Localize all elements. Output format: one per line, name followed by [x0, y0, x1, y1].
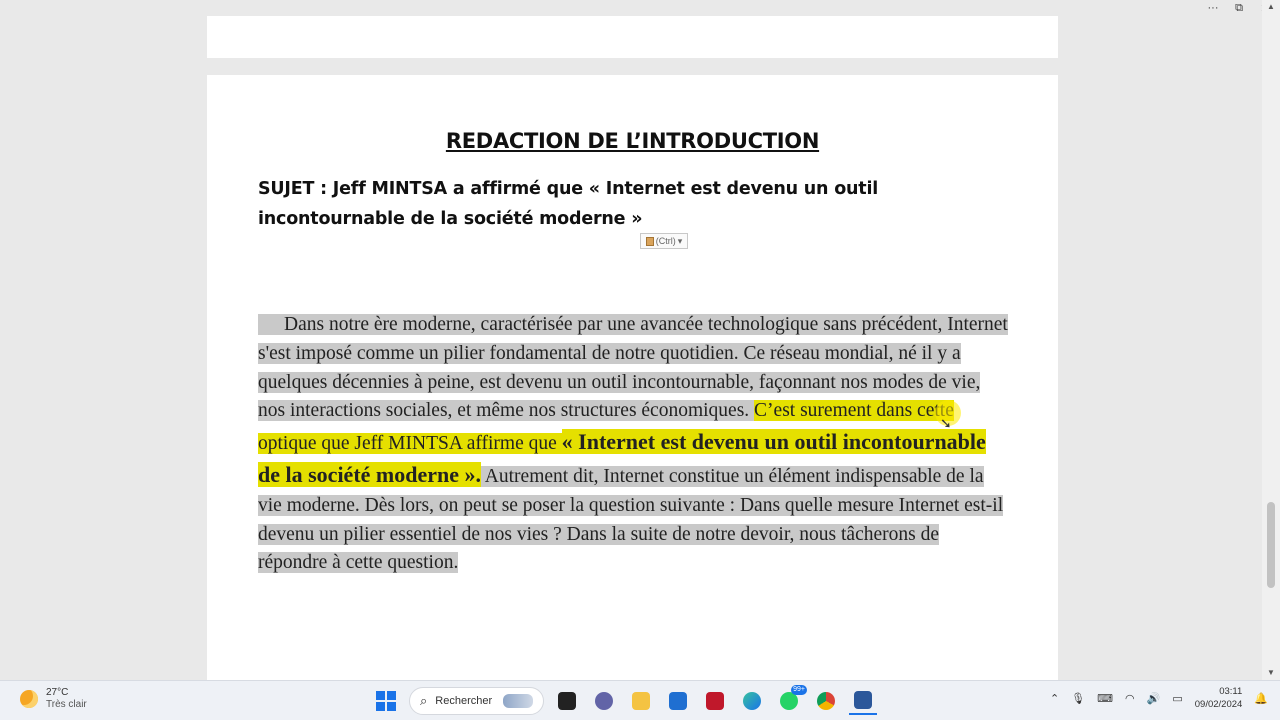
word-icon — [854, 691, 872, 709]
weather-widget[interactable]: 27°C Très clair — [20, 687, 87, 711]
store-icon — [669, 692, 687, 710]
vertical-scrollbar[interactable]: ▲ ▼ — [1262, 0, 1280, 680]
battery-icon[interactable]: ▭ — [1172, 692, 1182, 705]
search-label: Rechercher — [435, 695, 493, 707]
clock[interactable]: 03:11 09/02/2024 — [1195, 685, 1243, 711]
subject-line-2: incontournable de la société moderne » — [258, 209, 643, 229]
chevron-up-icon[interactable]: ⌃ — [1050, 692, 1059, 705]
subject-heading: SUJET : Jeff MINTSA a affirmé que « Inte… — [258, 174, 898, 234]
weather-temperature: 27°C — [46, 687, 69, 698]
chrome-button[interactable] — [812, 687, 840, 715]
chrome-icon — [817, 692, 835, 710]
document-canvas[interactable]: REDACTION DE L’INTRODUCTION SUJET : Jeff… — [0, 0, 1262, 680]
volume-icon[interactable]: 🔊 — [1147, 692, 1161, 705]
weather-icon — [20, 690, 38, 708]
taskbar-apps: ⌕ Rechercher 99+ — [372, 685, 877, 715]
scroll-up-icon[interactable]: ▲ — [1262, 0, 1280, 14]
scroll-thumb[interactable] — [1267, 502, 1275, 588]
task-view-icon — [558, 692, 576, 710]
previous-page — [207, 16, 1058, 58]
introduction-paragraph[interactable]: Dans notre ère moderne, caractérisée par… — [258, 311, 1012, 578]
chat-icon — [595, 692, 613, 710]
keyboard-icon[interactable]: ⌨ — [1097, 692, 1113, 705]
paste-options-button[interactable]: (Ctrl) ▾ — [640, 233, 688, 249]
document-page[interactable]: REDACTION DE L’INTRODUCTION SUJET : Jeff… — [207, 75, 1058, 680]
scroll-down-icon[interactable]: ▼ — [1262, 666, 1280, 680]
store-button[interactable] — [664, 687, 692, 715]
chat-button[interactable] — [590, 687, 618, 715]
folder-icon — [632, 692, 650, 710]
subject-line-1: SUJET : Jeff MINTSA a affirmé que « Inte… — [258, 179, 879, 199]
whatsapp-button[interactable]: 99+ — [775, 685, 807, 715]
recorder-button[interactable] — [701, 687, 729, 715]
start-button[interactable] — [372, 687, 400, 715]
clock-time: 03:11 — [1219, 686, 1243, 697]
clipboard-icon — [645, 236, 654, 246]
word-button[interactable] — [849, 687, 877, 715]
chevron-down-icon: ▾ — [677, 235, 683, 246]
clock-date: 09/02/2024 — [1194, 699, 1243, 710]
mouse-pointer-icon: ➘ — [940, 415, 952, 431]
restore-icon[interactable]: ⧉ — [1232, 2, 1246, 15]
edge-icon — [743, 692, 761, 710]
edge-button[interactable] — [738, 687, 766, 715]
wifi-icon[interactable]: ◠ — [1125, 692, 1135, 705]
search-icon: ⌕ — [420, 693, 428, 708]
weather-condition: Très clair — [46, 699, 87, 710]
taskbar-search[interactable]: ⌕ Rechercher — [409, 687, 544, 715]
notification-badge: 99+ — [791, 685, 807, 695]
recorder-icon — [706, 692, 724, 710]
system-tray: ⌃ 🎙 ⌨ ◠ 🔊 ▭ 03:11 09/02/2024 🔔 — [1050, 685, 1268, 711]
search-highlight-image — [503, 694, 533, 708]
microphone-icon[interactable]: 🎙 — [1071, 692, 1085, 705]
more-options-icon[interactable]: ··· — [1206, 2, 1220, 14]
taskbar: 27°C Très clair ⌕ Rechercher 99+ ⌃ 🎙 ⌨ ◠… — [0, 680, 1280, 720]
paste-options-label: (Ctrl) — [655, 236, 676, 246]
document-title: REDACTION DE L’INTRODUCTION — [445, 129, 820, 153]
file-explorer-button[interactable] — [627, 687, 655, 715]
windows-logo-icon — [376, 691, 396, 711]
task-view-button[interactable] — [553, 687, 581, 715]
notification-bell-icon[interactable]: 🔔 — [1254, 692, 1268, 705]
